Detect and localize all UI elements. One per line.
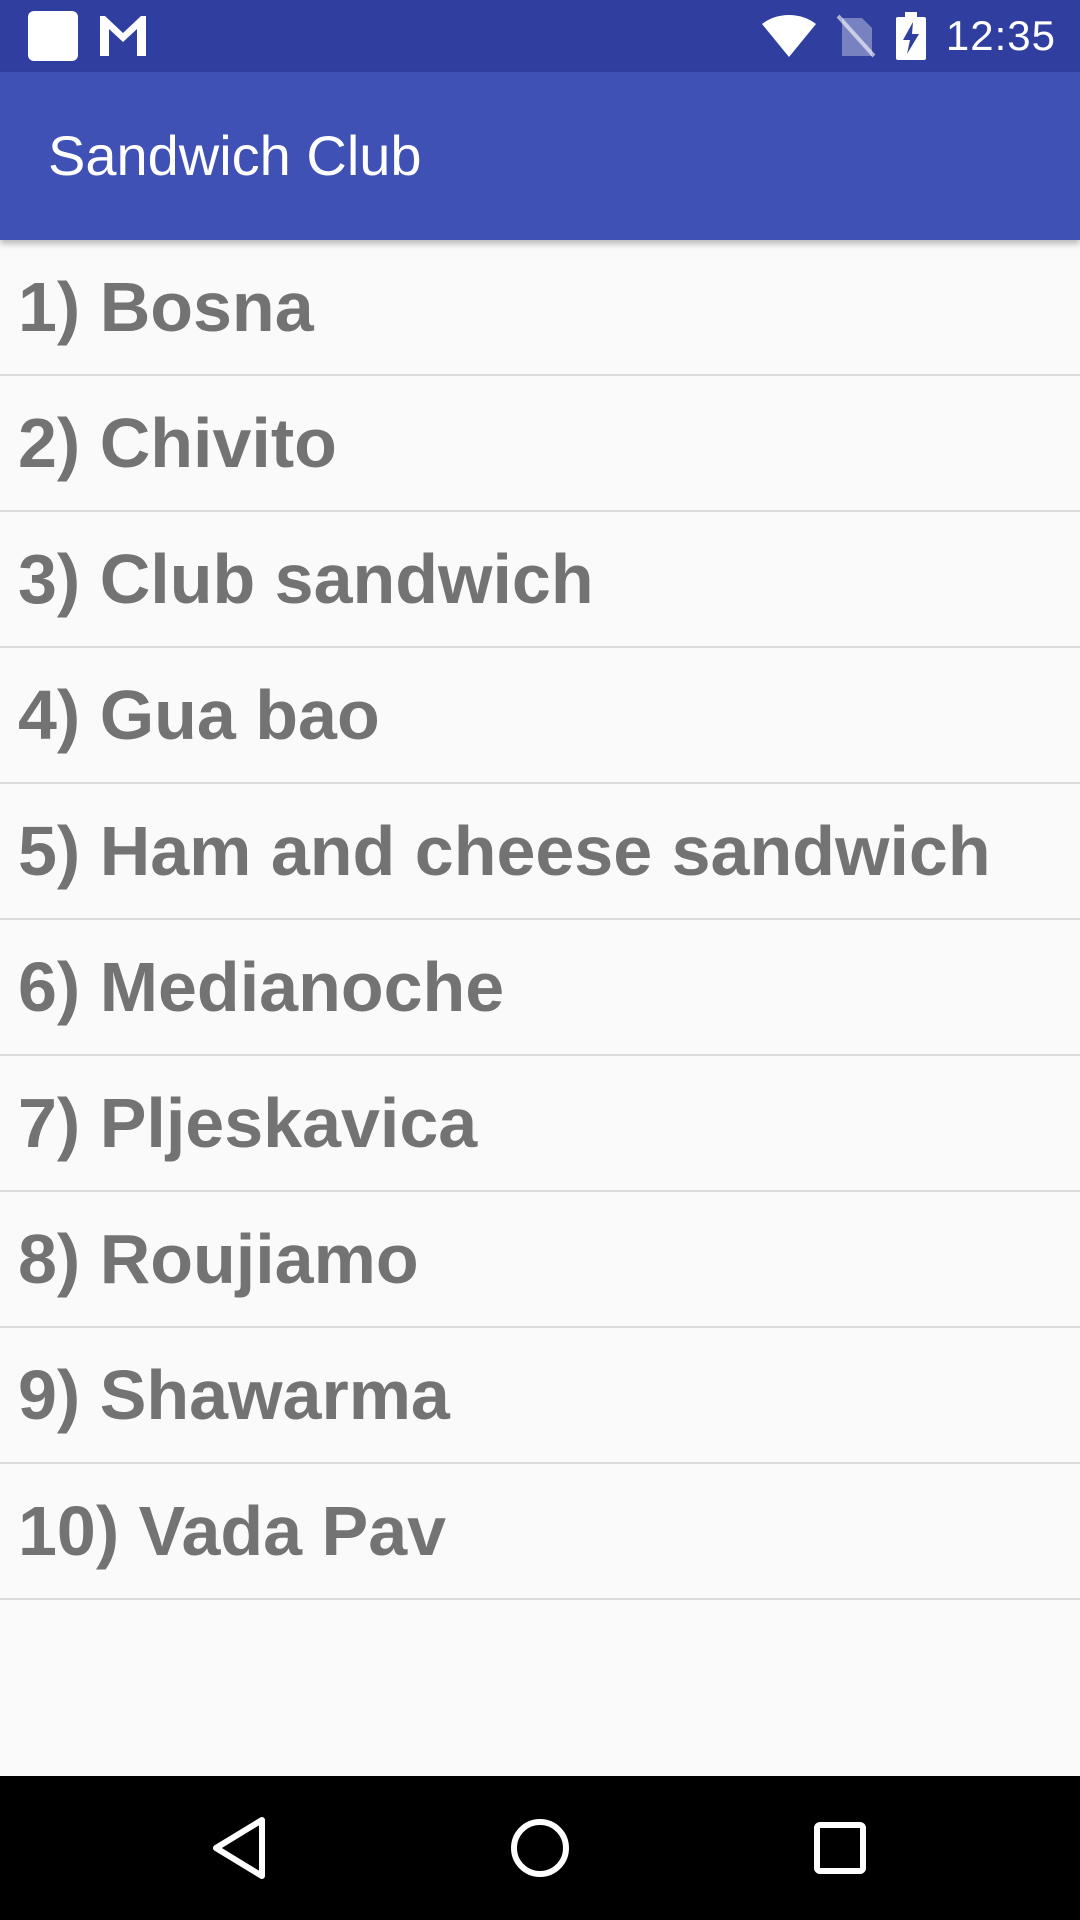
list-item-label: 5) Ham and cheese sandwich [18,812,991,890]
list-item-club-sandwich[interactable]: 3) Club sandwich [0,512,1080,648]
app-title: Sandwich Club [48,124,422,187]
battery-charging-icon [895,12,926,60]
list-item-label: 9) Shawarma [18,1356,450,1434]
notification-square-icon [28,11,78,61]
list-item-shawarma[interactable]: 9) Shawarma [0,1328,1080,1464]
back-button[interactable] [190,1798,290,1898]
list-item-ham-and-cheese-sandwich[interactable]: 5) Ham and cheese sandwich [0,784,1080,920]
no-sim-icon [836,14,876,58]
list-item-vada-pav[interactable]: 10) Vada Pav [0,1464,1080,1600]
home-icon [511,1819,569,1877]
list-item-label: 8) Roujiamo [18,1220,419,1298]
list-item-label: 4) Gua bao [18,676,380,754]
navigation-bar [0,1776,1080,1920]
list-item-label: 2) Chivito [18,404,337,482]
wifi-icon [761,15,816,57]
recents-icon [814,1822,866,1874]
list-item-label: 10) Vada Pav [18,1492,447,1570]
list-item-chivito[interactable]: 2) Chivito [0,376,1080,512]
home-button[interactable] [490,1798,590,1898]
list-item-label: 1) Bosna [18,268,314,346]
status-left-icons [28,10,146,62]
gmail-icon [100,16,146,56]
back-icon [213,1817,265,1879]
list-item-label: 3) Club sandwich [18,540,594,618]
list-item-roujiamo[interactable]: 8) Roujiamo [0,1192,1080,1328]
list-item-gua-bao[interactable]: 4) Gua bao [0,648,1080,784]
list-item-bosna[interactable]: 1) Bosna [0,240,1080,376]
list-item-pljeskavica[interactable]: 7) Pljeskavica [0,1056,1080,1192]
app-bar: Sandwich Club [0,72,1080,240]
list-item-label: 6) Medianoche [18,948,505,1026]
status-bar: 12:35 [0,0,1080,72]
recents-button[interactable] [790,1798,890,1898]
status-time: 12:35 [945,12,1056,59]
status-right-icons: 12:35 [761,0,1056,72]
list-item-label: 7) Pljeskavica [18,1084,478,1162]
list-item-medianoche[interactable]: 6) Medianoche [0,920,1080,1056]
sandwich-list: 1) Bosna 2) Chivito 3) Club sandwich 4) … [0,240,1080,1600]
